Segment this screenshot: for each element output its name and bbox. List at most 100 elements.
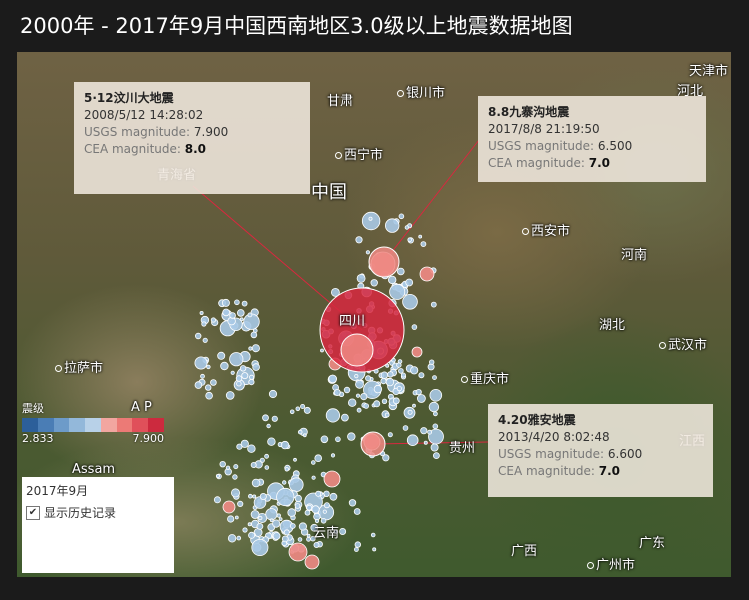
place-label: 西安市	[522, 220, 570, 239]
earthquake-dot	[325, 408, 340, 423]
earthquake-dot	[250, 331, 258, 339]
legend-swatch	[100, 418, 117, 432]
earthquake-dot	[407, 237, 413, 243]
earthquake-dot	[365, 375, 372, 382]
cea-label: CEA magnitude:	[84, 142, 181, 156]
earthquake-dot	[314, 454, 323, 463]
leader-line	[383, 139, 480, 263]
earthquake-dot	[365, 250, 370, 255]
earthquake-dot	[396, 362, 402, 368]
callout-name: 5·12汶川大地震	[84, 91, 174, 105]
earthquake-dot	[381, 398, 388, 404]
earthquake-dot	[405, 278, 414, 287]
earthquake-dot	[388, 275, 397, 285]
earthquake-dot	[402, 425, 409, 431]
legend-swatch	[69, 418, 86, 432]
map-title: 2000年 - 2017年9月中国西南地区3.0级以上地震数据地图	[0, 0, 749, 52]
earthquake-dot	[240, 439, 249, 448]
earthquake-dot	[229, 312, 236, 319]
earthquake-dot	[232, 474, 238, 480]
earthquake-dot	[225, 465, 231, 470]
earthquake-dot	[368, 216, 373, 221]
earthquake-dot	[289, 523, 296, 529]
earthquake-dot	[222, 500, 236, 514]
earthquake-dot	[430, 443, 439, 452]
earthquake-dot	[392, 397, 400, 405]
earthquake-dot	[206, 364, 211, 370]
place-label: 天津市	[689, 64, 729, 79]
cea-value: 7.0	[588, 156, 611, 170]
earthquake-dot	[347, 432, 356, 441]
earthquake-dot	[215, 473, 220, 478]
earthquake-dot	[234, 515, 239, 520]
earthquake-dot	[202, 337, 208, 343]
earthquake-dot	[300, 403, 306, 409]
earthquake-dot	[210, 317, 216, 323]
earthquake-dot	[295, 406, 301, 412]
earthquake-dot	[237, 309, 245, 317]
earthquake-dot	[355, 379, 364, 389]
earthquake-dot	[343, 386, 351, 394]
callout-time: 2017/8/8 21:19:50	[488, 122, 600, 136]
earthquake-dot	[230, 488, 240, 498]
legend-swatch	[85, 418, 101, 432]
earthquake-dot	[262, 414, 269, 422]
earthquake-dot	[297, 537, 303, 542]
earthquake-dot	[432, 375, 437, 381]
earthquake-dot	[404, 225, 410, 230]
earthquake-dot	[402, 294, 418, 310]
earthquake-dot	[304, 554, 320, 570]
earthquake-dot	[320, 435, 329, 444]
earthquake-dot	[247, 444, 256, 453]
place-label: 武汉市	[659, 334, 707, 353]
earthquake-dot	[235, 375, 243, 382]
earthquake-dot	[220, 361, 229, 371]
earthquake-dot	[415, 388, 422, 396]
earthquake-dot	[225, 391, 235, 400]
earthquake-dot	[249, 374, 255, 380]
earthquake-dot	[323, 470, 341, 488]
earthquake-dot	[373, 400, 381, 408]
earthquake-dot	[432, 452, 440, 460]
earthquake-dot	[229, 352, 244, 367]
callout-time: 2008/5/12 14:28:02	[84, 108, 204, 122]
legend-swatch	[132, 418, 149, 432]
legend-max: 7.900	[132, 432, 165, 445]
show-history-checkbox[interactable]: ✔ 显示历史记录	[26, 504, 170, 521]
earthquake-dot	[380, 377, 387, 385]
show-history-label: 显示历史记录	[44, 506, 117, 520]
earthquake-dot	[272, 519, 281, 528]
earthquake-dot	[276, 487, 295, 507]
place-label: 银川市	[397, 82, 445, 101]
checkbox-icon[interactable]: ✔	[26, 505, 40, 520]
earthquake-dot	[398, 213, 405, 220]
earthquake-dot	[418, 234, 423, 239]
earthquake-dot	[221, 298, 230, 307]
cea-value: 7.0	[598, 464, 621, 478]
earthquake-dot	[429, 388, 443, 402]
earthquake-dot	[323, 502, 330, 509]
place-label: 广州市	[587, 554, 635, 573]
earthquake-dot	[428, 401, 440, 413]
earthquake-dot	[239, 317, 244, 322]
earthquake-dot	[201, 321, 207, 327]
earthquake-dot	[313, 541, 320, 548]
earthquake-dot	[370, 532, 376, 538]
earthquake-dot	[320, 348, 324, 353]
earthquake-dot	[234, 299, 240, 306]
earthquake-dot	[306, 533, 311, 538]
earthquake-dot	[354, 541, 361, 548]
earthquake-dot	[354, 373, 359, 379]
earthquake-dot	[210, 379, 217, 386]
earthquake-dot	[322, 509, 327, 514]
earthquake-dot	[222, 308, 230, 317]
earthquake-dot	[370, 279, 378, 287]
earthquake-dot	[227, 534, 237, 543]
earthquake-dot	[213, 496, 221, 504]
earthquake-dot	[306, 536, 311, 542]
earthquake-dot	[271, 415, 278, 422]
earthquake-dot	[333, 388, 341, 396]
usgs-label: USGS magnitude:	[488, 139, 595, 153]
earthquake-dot	[303, 406, 311, 414]
earthquake-dot	[199, 310, 204, 315]
